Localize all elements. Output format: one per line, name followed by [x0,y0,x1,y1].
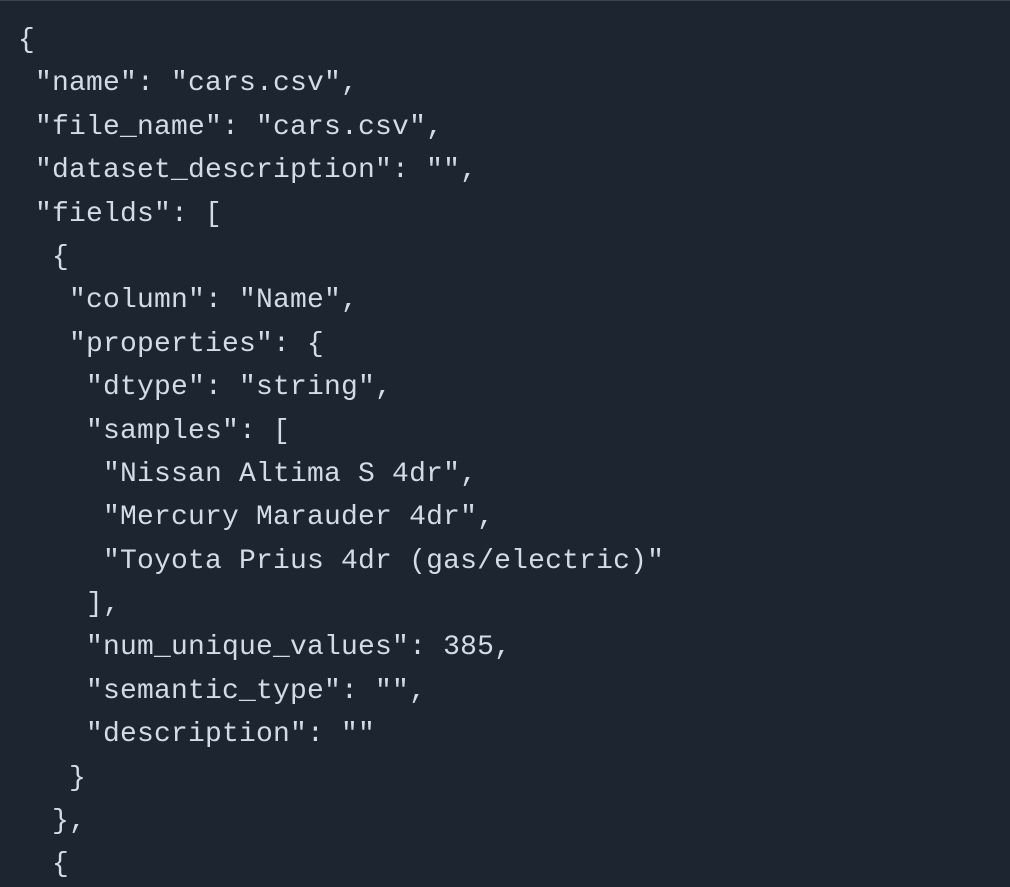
code-block: { "name": "cars.csv", "file_name": "cars… [0,1,1010,887]
